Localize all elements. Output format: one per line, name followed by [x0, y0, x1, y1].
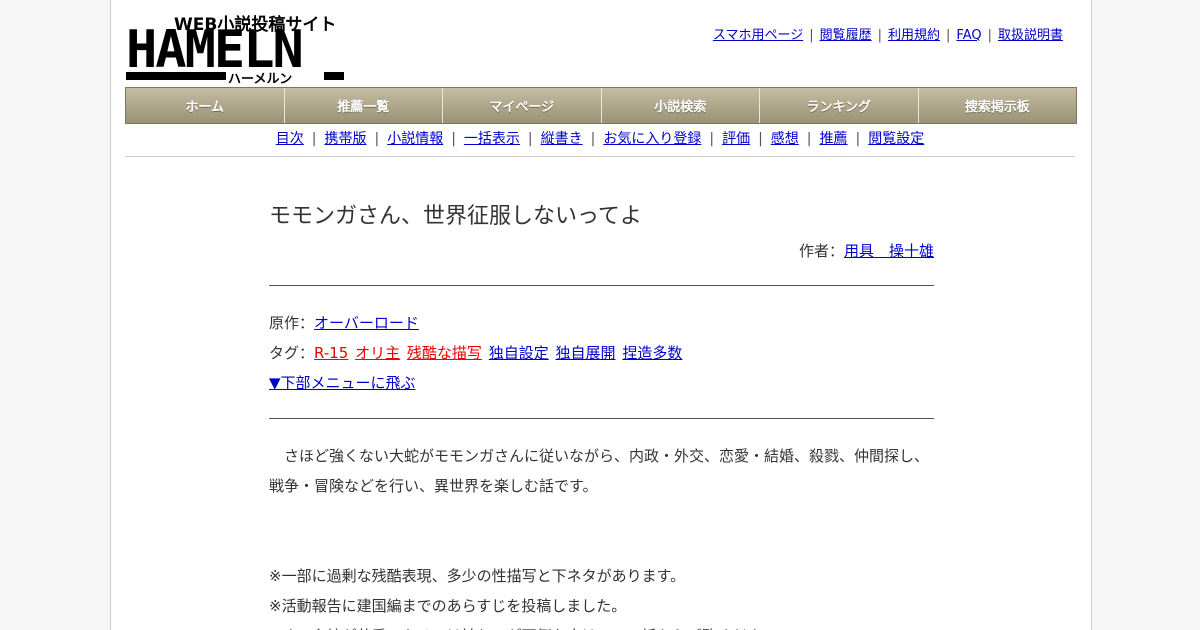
nav-ranking[interactable]: ランキング	[760, 88, 919, 123]
logo-bar-right	[324, 72, 344, 80]
subnav-vertical[interactable]: 縦書き	[541, 131, 583, 147]
subnav-view-settings[interactable]: 閲覧設定	[868, 131, 924, 147]
author-link[interactable]: 用具 操十雄	[844, 242, 934, 260]
summary-note: ※活動報告に建国編までのあらすじを投稿しました。	[269, 597, 627, 615]
link-terms[interactable]: 利用規約	[888, 28, 940, 43]
separator: |	[809, 28, 814, 43]
separator: |	[758, 131, 763, 147]
novel-meta: 原作：オーバーロード タグ：R-15 オリ主 残酷な描写 独自設定 独自展開 捏…	[269, 286, 934, 418]
separator: |	[374, 131, 380, 147]
separator: |	[987, 28, 992, 43]
summary-note: ※一部に過剰な残酷表現、多少の性描写と下ネタがあります。	[269, 567, 686, 585]
original-line: 原作：オーバーロード	[269, 308, 934, 338]
nav-novel-search[interactable]: 小説検索	[602, 88, 760, 123]
subnav-comments[interactable]: 感想	[771, 131, 799, 147]
separator: |	[806, 131, 812, 147]
subnav-favorite[interactable]: お気に入り登録	[603, 131, 701, 147]
tag-link[interactable]: オリ主	[355, 344, 400, 362]
subnav-recommend[interactable]: 推薦	[820, 131, 848, 147]
subnav-novel-info[interactable]: 小説情報	[387, 131, 443, 147]
separator: |	[877, 28, 882, 43]
novel-content: モモンガさん、世界征服しないってよ 作者：用具 操十雄 原作：オーバーロード タ…	[269, 190, 934, 630]
summary-spacer	[269, 501, 934, 561]
novel-title: モモンガさん、世界征服しないってよ	[269, 204, 642, 229]
nav-home[interactable]: ホーム	[126, 88, 285, 123]
separator: |	[311, 131, 317, 147]
separator: |	[527, 131, 533, 147]
tag-link[interactable]: 残酷な描写	[407, 344, 482, 362]
top-links: スマホ用ページ | 閲覧履歴 | 利用規約 | FAQ | 取扱説明書	[713, 24, 1063, 43]
tag-line: タグ：R-15 オリ主 残酷な描写 独自設定 独自展開 捏造多数	[269, 338, 934, 368]
site-logo[interactable]: WEB小説投稿サイト HAMELN ハーメルン	[126, 10, 346, 87]
author-label: 作者：	[798, 242, 844, 260]
tag-link[interactable]: 独自設定	[489, 344, 549, 362]
tag-label: タグ：	[269, 344, 315, 362]
link-smartphone[interactable]: スマホ用ページ	[713, 28, 803, 43]
separator: |	[855, 131, 861, 147]
logo-bar-left	[126, 72, 226, 80]
summary-note: ※オリ主編が苦手、あるいは読むのが面倒な方は１２２話からご覧ください。	[269, 621, 934, 630]
link-manual[interactable]: 取扱説明書	[998, 28, 1063, 43]
summary-paragraph: さほど強くない大蛇がモモンガさんに従いながら、内政・外交、恋愛・結婚、殺戮、仲間…	[269, 447, 930, 495]
main-nav: ホーム 推薦一覧 マイページ 小説検索 ランキング 捜索掲示板	[125, 87, 1077, 124]
jump-line: ▼下部メニューに飛ぶ	[269, 368, 934, 398]
jump-to-menu-link[interactable]: ▼下部メニューに飛ぶ	[269, 374, 416, 392]
tag-link[interactable]: 捏造多数	[622, 344, 682, 362]
sub-nav: 目次 | 携帯版 | 小説情報 | 一括表示 | 縦書き | お気に入り登録 | 評価 | 感想 | 推薦 | 閲覧…	[125, 122, 1075, 157]
subnav-toc[interactable]: 目次	[276, 131, 304, 147]
original-label: 原作：	[269, 314, 315, 332]
nav-mypage[interactable]: マイページ	[443, 88, 602, 123]
separator: |	[451, 131, 456, 147]
link-history[interactable]: 閲覧履歴	[820, 28, 872, 43]
subnav-show-all[interactable]: 一括表示	[464, 131, 520, 147]
nav-search-board[interactable]: 捜索掲示板	[919, 88, 1077, 123]
nav-recommendations[interactable]: 推薦一覧	[285, 88, 443, 123]
tag-link[interactable]: 独自展開	[556, 344, 616, 362]
separator: |	[946, 28, 951, 43]
separator: |	[709, 131, 715, 147]
subnav-mobile[interactable]: 携帯版	[324, 131, 366, 147]
novel-summary: さほど強くない大蛇がモモンガさんに従いながら、内政・外交、恋愛・結婚、殺戮、仲間…	[269, 419, 934, 630]
tag-link[interactable]: R-15	[314, 344, 348, 362]
link-faq[interactable]: FAQ	[956, 28, 981, 43]
page-container: WEB小説投稿サイト HAMELN ハーメルン スマホ用ページ | 閲覧履歴 | 利用規…	[110, 0, 1092, 630]
original-link[interactable]: オーバーロード	[314, 314, 419, 332]
author-line: 作者：用具 操十雄	[269, 240, 934, 261]
separator: |	[590, 131, 596, 147]
logo-kana: ハーメルン	[228, 72, 293, 87]
subnav-rating[interactable]: 評価	[722, 131, 750, 147]
